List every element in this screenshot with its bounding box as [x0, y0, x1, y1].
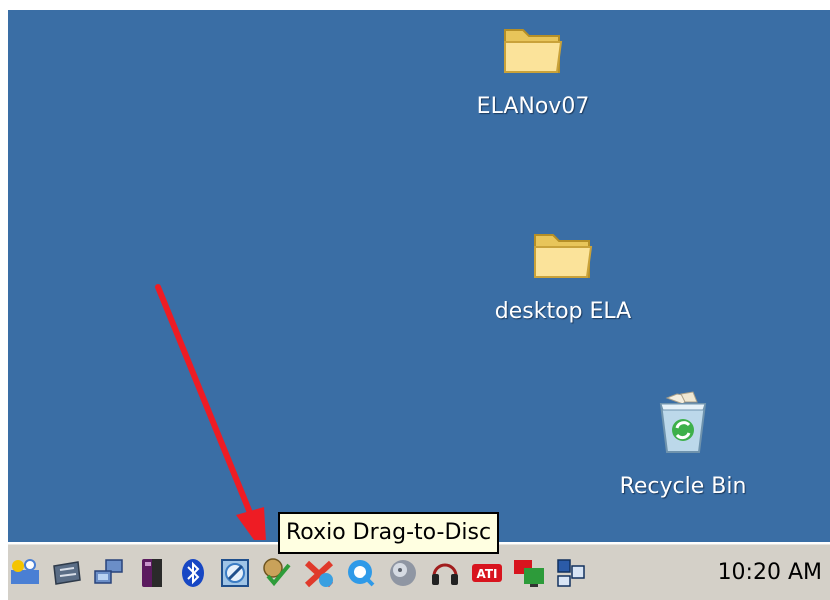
media-disc-icon[interactable] — [386, 556, 420, 590]
display-icon[interactable] — [512, 556, 546, 590]
headset-icon[interactable] — [428, 556, 462, 590]
tools-icon[interactable] — [302, 556, 336, 590]
desktop-icon-label: ELANov07 — [476, 94, 590, 119]
svg-text:ATI: ATI — [476, 567, 497, 581]
bluetooth-icon[interactable] — [176, 556, 210, 590]
system-tray: ATI — [8, 548, 596, 598]
desktop-icon-label: desktop ELA — [494, 299, 632, 324]
desktop-icon-label: Recycle Bin — [619, 474, 747, 499]
desktop-icon-recycle-bin[interactable]: Recycle Bin — [583, 390, 783, 500]
tooltip: Roxio Drag-to-Disc — [278, 512, 500, 554]
desktop-icon-elanov07[interactable]: ELANov07 — [433, 20, 633, 120]
network-adapter-icon[interactable] — [554, 556, 588, 590]
folder-icon — [504, 29, 563, 73]
taskbar-clock[interactable]: 10:20 AM — [718, 552, 822, 594]
usb-device-icon[interactable] — [134, 556, 168, 590]
ati-icon[interactable]: ATI — [470, 556, 504, 590]
drive-icon[interactable] — [50, 556, 84, 590]
roxio-drag-to-disc-icon[interactable] — [218, 556, 252, 590]
network-connection-icon[interactable] — [92, 556, 126, 590]
antivirus-check-icon[interactable] — [260, 556, 294, 590]
folder-icon — [534, 234, 593, 278]
quicktime-icon[interactable] — [344, 556, 378, 590]
desktop[interactable]: ELANov07 desktop ELA Recycle Bin — [8, 10, 830, 540]
recycle-bin-icon — [659, 391, 707, 453]
desktop-icon-desktop-ela[interactable]: desktop ELA — [463, 225, 663, 325]
network-wizard-icon[interactable] — [8, 556, 42, 590]
desktop-screen: ELANov07 desktop ELA Recycle Bin Roxio D… — [8, 10, 830, 600]
